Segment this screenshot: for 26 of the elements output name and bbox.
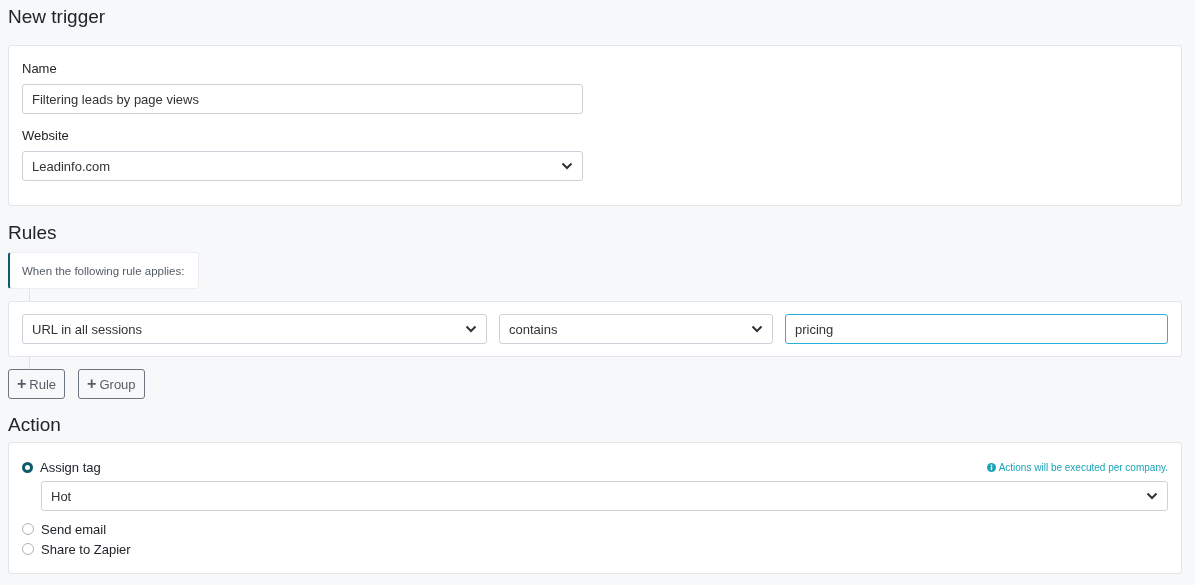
chevron-down-icon [465, 325, 477, 333]
info-note: Actions will be executed per company. [998, 461, 1168, 473]
section-heading: Rules [8, 222, 58, 244]
radio-icon[interactable] [22, 461, 33, 473]
dropdown[interactable]: Leadinfo.com [22, 151, 583, 181]
info-icon [986, 462, 996, 472]
field-label: Name [22, 61, 58, 76]
dropdown[interactable]: contains [499, 314, 773, 344]
field-label: Website [22, 128, 70, 143]
add-button[interactable]: + Rule [8, 369, 66, 399]
section-heading: Action [8, 414, 62, 436]
dropdown[interactable]: Hot [41, 481, 1168, 511]
chevron-down-icon [1146, 492, 1158, 500]
rule-intro: When the following rule applies: [8, 252, 200, 289]
radio-option[interactable]: Share to Zapier [22, 539, 1168, 559]
page-title: New trigger [8, 6, 107, 28]
radio-option[interactable]: Assign tag [22, 457, 101, 477]
add-button[interactable]: + Group [78, 369, 145, 399]
radio-icon[interactable] [22, 543, 34, 555]
chevron-down-icon [561, 162, 573, 170]
input-field[interactable]: Filtering leads by page views [22, 84, 583, 114]
radio-icon[interactable] [22, 523, 34, 535]
input-field[interactable]: pricing [785, 314, 1168, 344]
dropdown[interactable]: URL in all sessions [22, 314, 487, 344]
chevron-down-icon [751, 325, 763, 333]
radio-option[interactable]: Send email [22, 519, 1168, 539]
